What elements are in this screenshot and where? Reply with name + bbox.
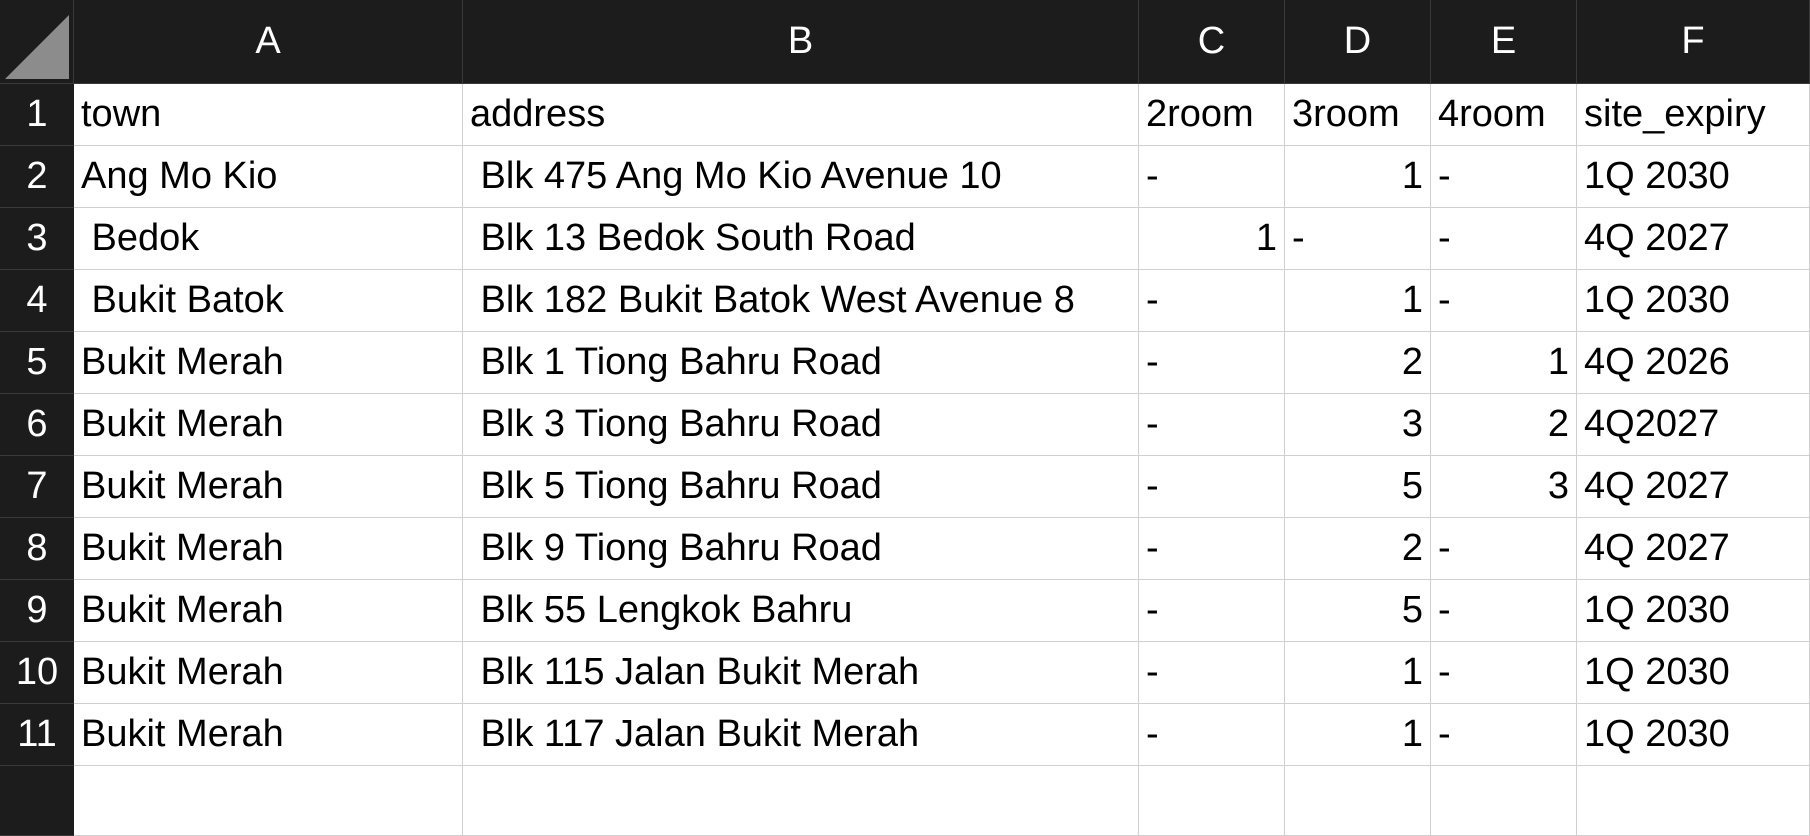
cell-e5[interactable]: 1 <box>1431 332 1577 394</box>
cell-e4[interactable]: - <box>1431 270 1577 332</box>
cell-f4[interactable]: 1Q 2030 <box>1577 270 1810 332</box>
cell-e6[interactable]: 2 <box>1431 394 1577 456</box>
cell-e3[interactable]: - <box>1431 208 1577 270</box>
cell-c6[interactable]: - <box>1139 394 1285 456</box>
cell-b6[interactable]: Blk 3 Tiong Bahru Road <box>463 394 1139 456</box>
cell-d4[interactable]: 1 <box>1285 270 1431 332</box>
column-header-c[interactable]: C <box>1139 0 1285 84</box>
select-all-icon <box>5 15 69 79</box>
cell-d11[interactable]: 1 <box>1285 704 1431 766</box>
cell-a1[interactable]: town <box>74 84 463 146</box>
column-header-a[interactable]: A <box>74 0 463 84</box>
cell-f9[interactable]: 1Q 2030 <box>1577 580 1810 642</box>
cell-e11[interactable]: - <box>1431 704 1577 766</box>
cell-f5[interactable]: 4Q 2026 <box>1577 332 1810 394</box>
cell-d6[interactable]: 3 <box>1285 394 1431 456</box>
column-header-d[interactable]: D <box>1285 0 1431 84</box>
cell-b4[interactable]: Blk 182 Bukit Batok West Avenue 8 <box>463 270 1139 332</box>
cell-f10[interactable]: 1Q 2030 <box>1577 642 1810 704</box>
cell-c8[interactable]: - <box>1139 518 1285 580</box>
cell-partial[interactable] <box>1285 766 1431 836</box>
cell-f11[interactable]: 1Q 2030 <box>1577 704 1810 766</box>
cell-e2[interactable]: - <box>1431 146 1577 208</box>
row-header-4[interactable]: 4 <box>0 270 74 332</box>
cell-a9[interactable]: Bukit Merah <box>74 580 463 642</box>
select-all-corner[interactable] <box>0 0 74 84</box>
column-header-f[interactable]: F <box>1577 0 1810 84</box>
cell-partial[interactable] <box>463 766 1139 836</box>
row-header-9[interactable]: 9 <box>0 580 74 642</box>
cell-a2[interactable]: Ang Mo Kio <box>74 146 463 208</box>
cell-d1[interactable]: 3room <box>1285 84 1431 146</box>
cell-b2[interactable]: Blk 475 Ang Mo Kio Avenue 10 <box>463 146 1139 208</box>
cell-f1[interactable]: site_expiry <box>1577 84 1810 146</box>
cell-f8[interactable]: 4Q 2027 <box>1577 518 1810 580</box>
row-header-6[interactable]: 6 <box>0 394 74 456</box>
cell-b9[interactable]: Blk 55 Lengkok Bahru <box>463 580 1139 642</box>
cell-f3[interactable]: 4Q 2027 <box>1577 208 1810 270</box>
cell-f7[interactable]: 4Q 2027 <box>1577 456 1810 518</box>
cell-d8[interactable]: 2 <box>1285 518 1431 580</box>
row-header-partial[interactable] <box>0 766 74 836</box>
cell-c3[interactable]: 1 <box>1139 208 1285 270</box>
cell-e8[interactable]: - <box>1431 518 1577 580</box>
cell-f2[interactable]: 1Q 2030 <box>1577 146 1810 208</box>
cell-e1[interactable]: 4room <box>1431 84 1577 146</box>
cell-partial[interactable] <box>1139 766 1285 836</box>
cell-c1[interactable]: 2room <box>1139 84 1285 146</box>
row-header-10[interactable]: 10 <box>0 642 74 704</box>
cell-partial[interactable] <box>1577 766 1810 836</box>
cell-b3[interactable]: Blk 13 Bedok South Road <box>463 208 1139 270</box>
cell-a11[interactable]: Bukit Merah <box>74 704 463 766</box>
cell-b10[interactable]: Blk 115 Jalan Bukit Merah <box>463 642 1139 704</box>
cell-e9[interactable]: - <box>1431 580 1577 642</box>
column-header-b[interactable]: B <box>463 0 1139 84</box>
cell-e7[interactable]: 3 <box>1431 456 1577 518</box>
cell-b11[interactable]: Blk 117 Jalan Bukit Merah <box>463 704 1139 766</box>
cell-c7[interactable]: - <box>1139 456 1285 518</box>
cell-d3[interactable]: - <box>1285 208 1431 270</box>
cell-d9[interactable]: 5 <box>1285 580 1431 642</box>
cell-b5[interactable]: Blk 1 Tiong Bahru Road <box>463 332 1139 394</box>
cell-partial[interactable] <box>74 766 463 836</box>
cell-c10[interactable]: - <box>1139 642 1285 704</box>
cell-a7[interactable]: Bukit Merah <box>74 456 463 518</box>
cell-a5[interactable]: Bukit Merah <box>74 332 463 394</box>
cell-f6[interactable]: 4Q2027 <box>1577 394 1810 456</box>
cell-a3[interactable]: Bedok <box>74 208 463 270</box>
row-header-11[interactable]: 11 <box>0 704 74 766</box>
cell-b8[interactable]: Blk 9 Tiong Bahru Road <box>463 518 1139 580</box>
cell-c9[interactable]: - <box>1139 580 1285 642</box>
column-header-e[interactable]: E <box>1431 0 1577 84</box>
cell-c11[interactable]: - <box>1139 704 1285 766</box>
cell-a6[interactable]: Bukit Merah <box>74 394 463 456</box>
cell-partial[interactable] <box>1431 766 1577 836</box>
cell-a10[interactable]: Bukit Merah <box>74 642 463 704</box>
row-header-7[interactable]: 7 <box>0 456 74 518</box>
cell-d7[interactable]: 5 <box>1285 456 1431 518</box>
row-header-5[interactable]: 5 <box>0 332 74 394</box>
row-header-3[interactable]: 3 <box>0 208 74 270</box>
row-header-2[interactable]: 2 <box>0 146 74 208</box>
cell-c2[interactable]: - <box>1139 146 1285 208</box>
cell-a8[interactable]: Bukit Merah <box>74 518 463 580</box>
cell-b7[interactable]: Blk 5 Tiong Bahru Road <box>463 456 1139 518</box>
cell-a4[interactable]: Bukit Batok <box>74 270 463 332</box>
row-header-1[interactable]: 1 <box>0 84 74 146</box>
spreadsheet-grid: A B C D E F 1 town address 2room 3room 4room s… <box>0 0 1810 836</box>
cell-d5[interactable]: 2 <box>1285 332 1431 394</box>
cell-b1[interactable]: address <box>463 84 1139 146</box>
cell-e10[interactable]: - <box>1431 642 1577 704</box>
cell-c4[interactable]: - <box>1139 270 1285 332</box>
cell-d2[interactable]: 1 <box>1285 146 1431 208</box>
row-header-8[interactable]: 8 <box>0 518 74 580</box>
cell-d10[interactable]: 1 <box>1285 642 1431 704</box>
cell-c5[interactable]: - <box>1139 332 1285 394</box>
